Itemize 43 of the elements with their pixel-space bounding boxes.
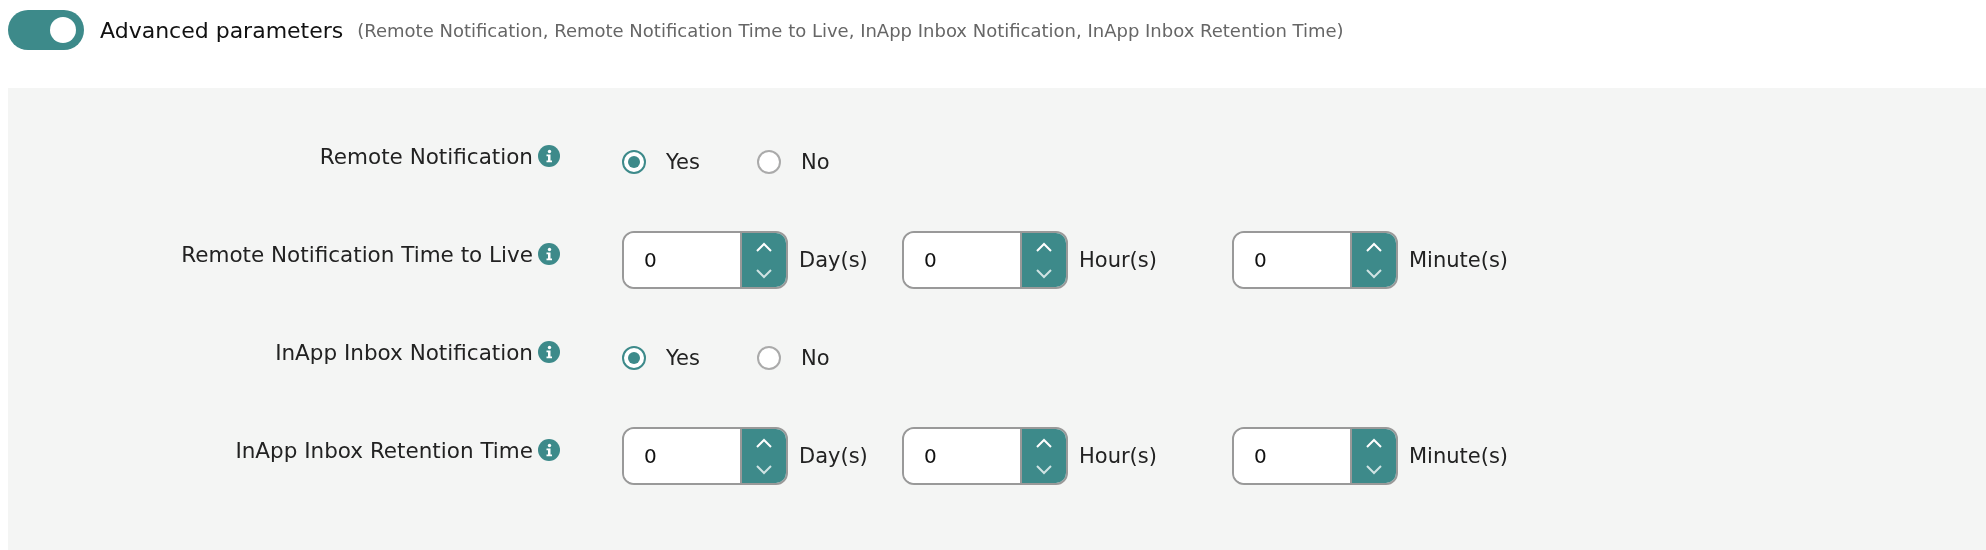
toggle-switch[interactable] [8,10,84,50]
radio-button[interactable] [757,346,781,370]
unit-label: Hour(s) [1079,444,1157,468]
radio-label[interactable]: Yes [666,346,700,370]
unit-label: Hour(s) [1079,248,1157,272]
info-icon[interactable] [538,341,560,363]
field-label: Remote Notification Time to Live [181,241,533,267]
number-spinner[interactable]: 0 [902,231,1068,289]
radio-button[interactable] [622,346,646,370]
radio-button[interactable] [622,150,646,174]
number-spinner[interactable]: 0 [902,427,1068,485]
radio-label[interactable]: Yes [666,150,700,174]
number-spinner[interactable]: 0 [622,231,788,289]
field-label: InApp Inbox Notification [275,339,533,365]
chevron-down-icon[interactable] [1035,464,1053,475]
unit-label: Day(s) [799,248,868,272]
number-spinner[interactable]: 0 [1232,427,1398,485]
info-icon[interactable] [538,145,560,167]
chevron-up-icon[interactable] [1035,437,1053,448]
chevron-up-icon[interactable] [755,437,773,448]
radio-button[interactable] [757,150,781,174]
field-label: InApp Inbox Retention Time [235,437,533,463]
number-spinner[interactable]: 0 [1232,231,1398,289]
radio-label[interactable]: No [801,346,830,370]
section-hint: (Remote Notification, Remote Notification Time to Live, InApp Inbox Notification, InApp Inbox Retention Time) [357,19,1344,41]
unit-label: Minute(s) [1409,248,1509,272]
chevron-up-icon[interactable] [1365,437,1383,448]
field-label: Remote Notification [319,143,533,169]
chevron-down-icon[interactable] [1035,268,1053,279]
unit-label: Day(s) [799,444,868,468]
chevron-up-icon[interactable] [1365,241,1383,252]
unit-label: Minute(s) [1409,444,1509,468]
info-icon[interactable] [538,243,560,265]
radio-label[interactable]: No [801,150,830,174]
chevron-down-icon[interactable] [1365,464,1383,475]
chevron-down-icon[interactable] [755,464,773,475]
section-title: Advanced parameters [100,17,344,43]
info-icon[interactable] [538,439,560,461]
number-spinner[interactable]: 0 [622,427,788,485]
chevron-down-icon[interactable] [1365,268,1383,279]
chevron-up-icon[interactable] [755,241,773,252]
chevron-up-icon[interactable] [1035,241,1053,252]
chevron-down-icon[interactable] [755,268,773,279]
